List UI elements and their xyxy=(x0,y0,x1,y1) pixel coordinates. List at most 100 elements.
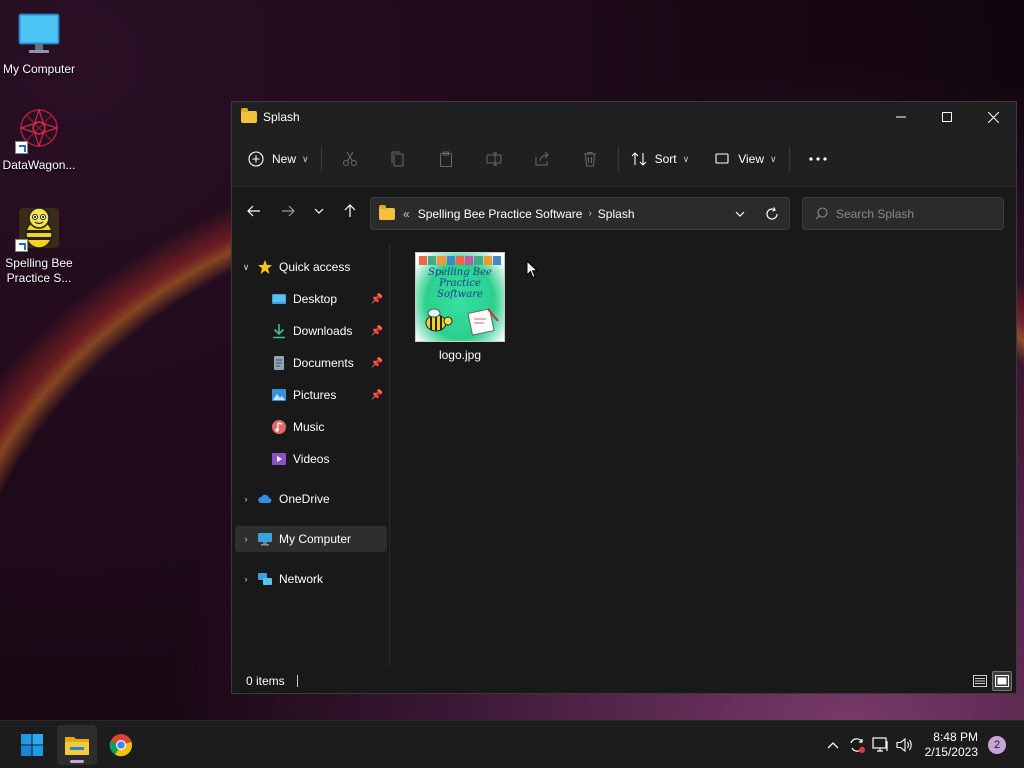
minimize-icon xyxy=(896,116,906,118)
status-divider xyxy=(296,675,298,687)
nav-item-videos[interactable]: Videos xyxy=(235,446,387,472)
chevron-up-icon xyxy=(827,742,839,749)
volume-button[interactable] xyxy=(893,733,917,757)
chevron-down-icon xyxy=(314,208,324,214)
maximize-button[interactable] xyxy=(924,102,970,132)
nav-item-pictures[interactable]: Pictures 📌 xyxy=(235,382,387,408)
close-icon xyxy=(987,111,999,123)
address-dropdown-button[interactable] xyxy=(725,199,755,229)
nav-item-music[interactable]: Music xyxy=(235,414,387,440)
nav-item-downloads[interactable]: Downloads 📌 xyxy=(235,318,387,344)
chevron-down-icon: ∨ xyxy=(302,153,309,164)
item-count: 0 items xyxy=(246,674,285,688)
nav-item-network[interactable]: › Network xyxy=(235,566,387,592)
pin-icon[interactable]: 📌 xyxy=(371,294,383,305)
recent-locations-button[interactable] xyxy=(304,195,334,227)
new-button[interactable]: New ∨ xyxy=(240,142,317,176)
file-explorer-window[interactable]: Splash New ∨ Sort ∨ View ∨ « Spelling Be… xyxy=(231,101,1017,694)
notification-badge[interactable]: 2 xyxy=(988,736,1006,754)
arrow-right-icon xyxy=(282,205,295,217)
close-button[interactable] xyxy=(970,102,1016,132)
chevron-right-icon[interactable]: › xyxy=(235,574,257,584)
plus-circle-icon xyxy=(248,151,264,167)
breadcrumb-item[interactable]: Splash xyxy=(598,207,635,221)
refresh-button[interactable] xyxy=(755,199,789,229)
command-bar: New ∨ Sort ∨ View ∨ xyxy=(232,132,1016,187)
copy-button[interactable] xyxy=(374,142,422,176)
search-input[interactable]: Search Splash xyxy=(802,197,1004,230)
more-options-button[interactable] xyxy=(794,142,842,176)
paper-pencil-icon xyxy=(467,308,499,336)
pin-icon[interactable]: 📌 xyxy=(371,358,383,369)
chevron-down-icon xyxy=(735,211,745,217)
back-button[interactable] xyxy=(238,195,270,227)
breadcrumb-overflow[interactable]: « xyxy=(403,207,410,221)
large-icons-view-button[interactable] xyxy=(992,671,1012,691)
title-bar[interactable]: Splash xyxy=(232,102,1016,132)
cut-button[interactable] xyxy=(326,142,374,176)
breadcrumb-separator[interactable]: › xyxy=(588,208,591,219)
pin-icon[interactable]: 📌 xyxy=(371,326,383,337)
desktop-icon-my-computer[interactable]: My Computer xyxy=(0,10,78,77)
chevron-right-icon[interactable]: › xyxy=(235,494,257,504)
shortcut-arrow-icon xyxy=(15,141,28,154)
up-button[interactable] xyxy=(334,195,366,227)
divider xyxy=(617,146,619,172)
bee-illustration-icon xyxy=(425,308,453,332)
clipboard-icon xyxy=(439,151,452,167)
start-button[interactable] xyxy=(12,725,52,765)
maximize-icon xyxy=(942,112,952,122)
search-placeholder: Search Splash xyxy=(836,206,915,221)
delete-button[interactable] xyxy=(566,142,614,176)
large-icons-view-icon xyxy=(995,675,1009,687)
nav-item-label: Documents xyxy=(293,356,354,370)
navigation-pane: ∨ Quick access Desktop 📌 Downloads 📌 Doc… xyxy=(232,244,390,666)
sort-button[interactable]: Sort ∨ xyxy=(623,142,698,176)
speaker-icon xyxy=(896,737,912,753)
view-icon xyxy=(715,153,729,164)
sync-icon xyxy=(850,738,865,753)
file-list-area[interactable]: Spelling Bee Practice Software logo.jpg xyxy=(392,244,1016,666)
desktop-icon-label: My Computer xyxy=(2,62,76,76)
nav-item-label: Quick access xyxy=(279,260,351,274)
clock-date: 2/15/2023 xyxy=(924,745,978,759)
taskbar-file-explorer[interactable] xyxy=(57,725,97,765)
document-icon xyxy=(271,355,287,371)
status-bar: 0 items xyxy=(232,669,1016,693)
nav-item-onedrive[interactable]: › OneDrive xyxy=(235,486,387,512)
new-button-label: New xyxy=(272,152,297,166)
share-button[interactable] xyxy=(518,142,566,176)
address-bar[interactable]: « Spelling Bee Practice Software › Splas… xyxy=(370,197,790,230)
minimize-button[interactable] xyxy=(878,102,924,132)
chevron-right-icon[interactable]: › xyxy=(235,534,257,544)
forward-button[interactable] xyxy=(272,195,304,227)
taskbar-chrome[interactable] xyxy=(101,725,141,765)
nav-item-desktop[interactable]: Desktop 📌 xyxy=(235,286,387,312)
divider xyxy=(320,146,322,172)
view-button[interactable]: View ∨ xyxy=(706,142,784,176)
breadcrumb-item[interactable]: Spelling Bee Practice Software xyxy=(418,207,583,221)
file-item-logo[interactable]: Spelling Bee Practice Software logo.jpg xyxy=(412,252,508,362)
monitor-icon xyxy=(257,531,273,547)
desktop-icon-datawagon[interactable]: DataWagon... xyxy=(0,106,78,173)
paste-button[interactable] xyxy=(422,142,470,176)
clock-time: 8:48 PM xyxy=(933,730,978,744)
nav-item-quick-access[interactable]: ∨ Quick access xyxy=(235,254,387,280)
thumbnail-title-line: Spelling Bee xyxy=(428,267,492,278)
view-toggle xyxy=(970,671,1012,691)
pin-icon[interactable]: 📌 xyxy=(371,390,383,401)
sync-status-button[interactable] xyxy=(845,733,869,757)
clock[interactable]: 8:48 PM 2/15/2023 xyxy=(925,730,978,760)
network-status-button[interactable] xyxy=(869,733,893,757)
desktop-icon-spelling-bee[interactable]: Spelling Bee Practice S... xyxy=(0,204,78,286)
details-view-icon xyxy=(973,675,987,687)
nav-item-my-computer[interactable]: › My Computer xyxy=(235,526,387,552)
copy-icon xyxy=(391,151,404,167)
nav-item-documents[interactable]: Documents 📌 xyxy=(235,350,387,376)
chrome-icon xyxy=(109,734,133,757)
details-view-button[interactable] xyxy=(970,671,990,691)
chevron-down-icon[interactable]: ∨ xyxy=(235,262,257,273)
show-hidden-icons-button[interactable] xyxy=(821,733,845,757)
rename-button[interactable] xyxy=(470,142,518,176)
cloud-icon xyxy=(257,491,273,507)
